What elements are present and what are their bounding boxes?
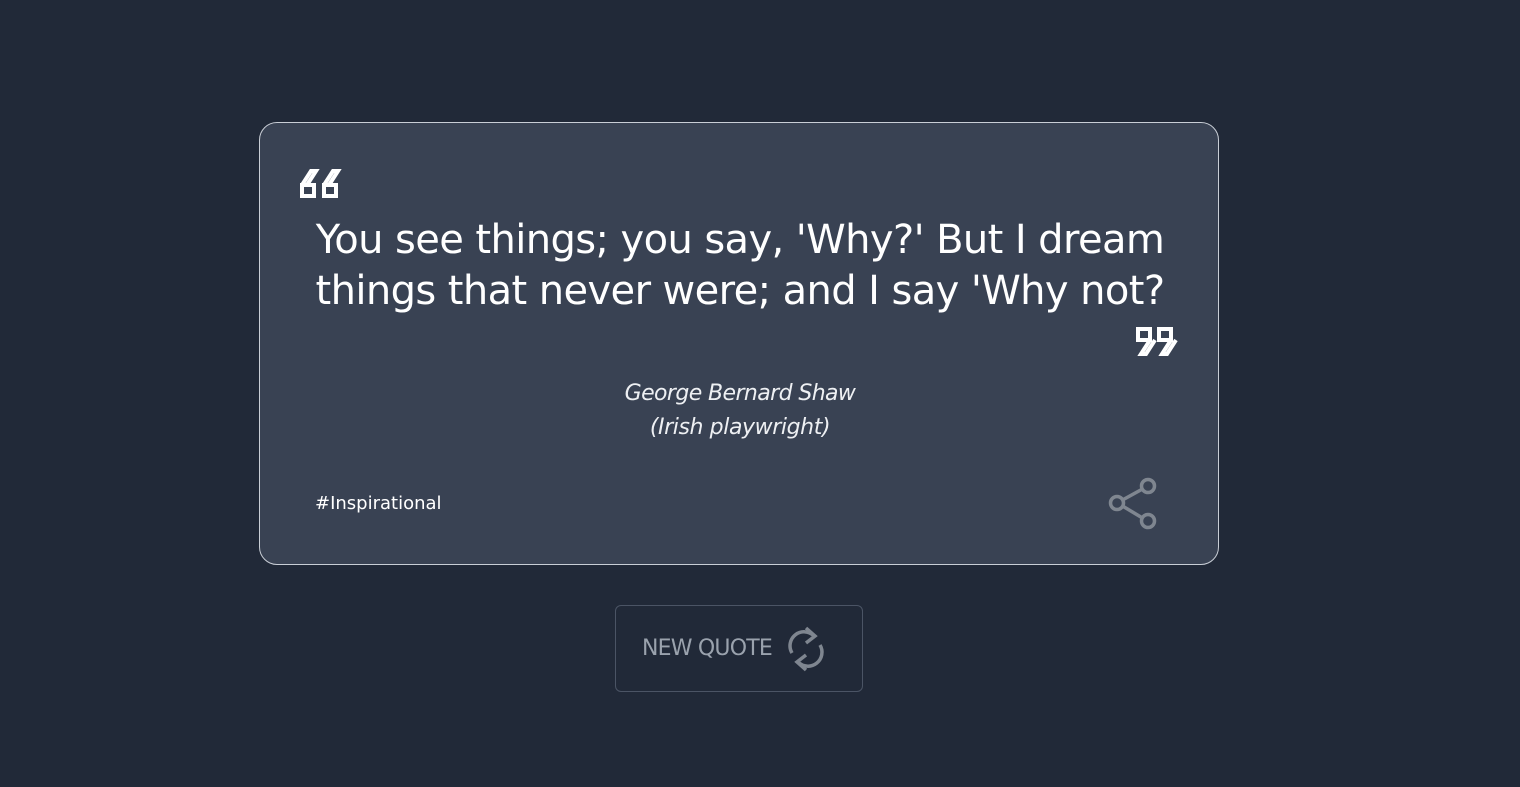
- share-icon[interactable]: [1107, 477, 1161, 531]
- refresh-icon: [788, 626, 824, 672]
- quote-text: You see things; you say, 'Why?' But I dr…: [315, 217, 1166, 314]
- quote-author: George Bernard Shaw: [624, 381, 856, 406]
- right-quote-icon: [1136, 327, 1178, 356]
- new-quote-button[interactable]: NEW QUOTE: [615, 605, 863, 692]
- quote-card: You see things; you say, 'Why?' But I dr…: [259, 122, 1219, 565]
- left-quote-icon: [300, 169, 342, 198]
- new-quote-label: NEW QUOTE: [642, 636, 773, 661]
- author-description: (Irish playwright): [649, 415, 831, 440]
- quote-tag[interactable]: #Inspirational: [315, 492, 442, 516]
